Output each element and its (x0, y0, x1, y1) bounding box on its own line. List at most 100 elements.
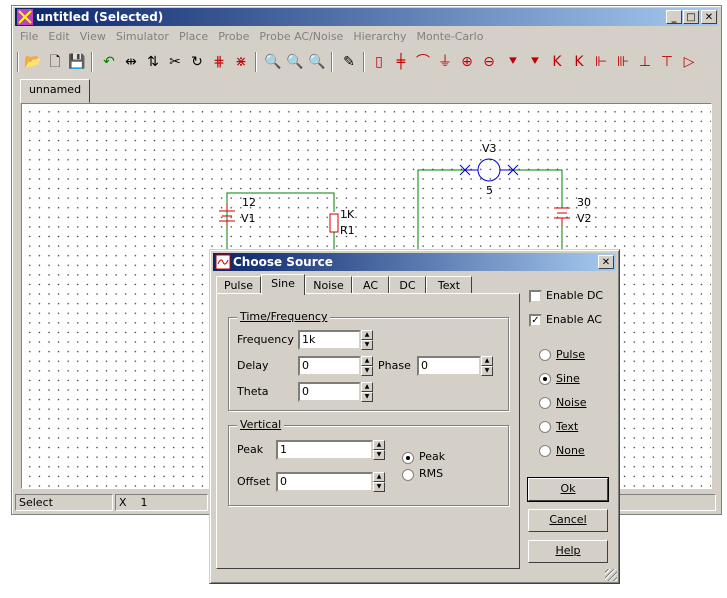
njfet-icon[interactable]: ⊥ (635, 52, 655, 72)
wire (514, 169, 563, 208)
theta-input[interactable]: 0 (298, 382, 361, 402)
rms-radio-label: RMS (419, 467, 444, 480)
tab-text[interactable]: Text (426, 276, 472, 294)
menu-place[interactable]: Place (174, 28, 213, 46)
offset-spinner[interactable]: 0 ▲ ▼ (276, 472, 385, 492)
rotate-icon[interactable]: ↻ (187, 52, 207, 72)
peak-input[interactable]: 1 (276, 440, 373, 460)
offset-up-arrow-icon[interactable]: ▲ (373, 472, 385, 482)
diode-icon[interactable]: ⯆ (503, 52, 523, 72)
phase-up-arrow-icon[interactable]: ▲ (481, 356, 493, 366)
minimize-button[interactable]: _ (666, 10, 682, 24)
dialog-titlebar[interactable]: Choose Source ✕ (213, 253, 616, 271)
new-file-icon[interactable]: 🗋 (45, 52, 65, 72)
tab-pulse[interactable]: Pulse (216, 276, 261, 294)
delay-down-arrow-icon[interactable]: ▼ (361, 366, 373, 376)
tab-dc[interactable]: DC (389, 276, 426, 294)
dialog-close-button[interactable]: ✕ (598, 255, 614, 269)
current-source-icon[interactable]: ⊖ (479, 52, 499, 72)
resistor-icon[interactable]: ▯ (369, 52, 389, 72)
source-radio-sine[interactable] (539, 373, 551, 385)
peak-up-arrow-icon[interactable]: ▲ (373, 440, 385, 450)
zoom-area-icon[interactable]: 🔍 (263, 52, 283, 72)
window-title: untitled (Selected) (36, 10, 164, 24)
frequency-input[interactable]: 1k (298, 330, 361, 350)
close-button[interactable]: ✕ (701, 10, 717, 24)
open-folder-icon[interactable]: 📂 (23, 52, 43, 72)
delay-input[interactable]: 0 (298, 356, 361, 376)
delete-component-icon[interactable]: ⋇ (231, 52, 251, 72)
cancel-button[interactable]: Cancel (528, 509, 608, 532)
frequency-spinner[interactable]: 1k ▲ ▼ (298, 330, 373, 350)
delay-spinner[interactable]: 0 ▲ ▼ (298, 356, 373, 376)
enable-ac-label: Enable AC (546, 313, 602, 326)
tab-ac[interactable]: AC (352, 276, 389, 294)
ac-source-v3-symbol[interactable] (459, 158, 519, 182)
pjfet-icon[interactable]: ⊤ (657, 52, 677, 72)
enable-dc-checkbox[interactable] (529, 290, 542, 303)
tab-sine[interactable]: Sine (261, 274, 305, 295)
zoom-in-icon[interactable]: 🔍 (307, 52, 327, 72)
ground-icon[interactable]: ⏚ (435, 52, 455, 72)
window-titlebar[interactable]: untitled (Selected) _ □ ✕ (15, 8, 718, 26)
nmos-icon[interactable]: ⊩ (591, 52, 611, 72)
frequency-up-arrow-icon[interactable]: ▲ (361, 330, 373, 340)
help-button[interactable]: Help (528, 540, 608, 563)
peak-down-arrow-icon[interactable]: ▼ (373, 450, 385, 460)
sine-tab-panel: Time/Frequency Frequency 1k ▲ ▼ Delay 0 … (216, 293, 520, 569)
rms-radio[interactable] (402, 469, 414, 481)
offset-input[interactable]: 0 (276, 472, 373, 492)
phase-down-arrow-icon[interactable]: ▼ (481, 366, 493, 376)
capacitor-icon[interactable]: ╪ (391, 52, 411, 72)
menu-probe[interactable]: Probe (213, 28, 254, 46)
frequency-down-arrow-icon[interactable]: ▼ (361, 340, 373, 350)
source-radio-text[interactable] (539, 421, 551, 433)
theta-up-arrow-icon[interactable]: ▲ (361, 382, 373, 392)
menu-probe-ac-noise[interactable]: Probe AC/Noise (254, 28, 348, 46)
save-icon[interactable]: 💾 (67, 52, 87, 72)
source-radio-pulse[interactable] (539, 349, 551, 361)
menu-edit[interactable]: Edit (43, 28, 74, 46)
tab-noise[interactable]: Noise (305, 276, 352, 294)
offset-down-arrow-icon[interactable]: ▼ (373, 482, 385, 492)
enable-ac-checkbox[interactable]: ✓ (529, 314, 542, 327)
status-coordinates: X 1 (115, 494, 208, 511)
menu-view[interactable]: View (75, 28, 111, 46)
vertical-group: Vertical Peak 1 ▲ ▼ Offset 0 ▲ ▼ Peak RM… (228, 418, 509, 506)
inductor-icon[interactable]: ⌒ (413, 52, 433, 72)
pnp-icon[interactable]: K (569, 52, 589, 72)
tab-unnamed[interactable]: unnamed (20, 79, 90, 103)
delete-wire-icon[interactable]: ⋕ (209, 52, 229, 72)
mirror-icon[interactable]: ⇹ (121, 52, 141, 72)
cut-icon[interactable]: ✂ (165, 52, 185, 72)
flip-icon[interactable]: ⇅ (143, 52, 163, 72)
menu-monte-carlo[interactable]: Monte-Carlo (412, 28, 489, 46)
resistor-r1-symbol[interactable] (329, 213, 339, 233)
phase-input[interactable]: 0 (417, 356, 481, 376)
zener-icon[interactable]: ⯆ (525, 52, 545, 72)
menu-simulator[interactable]: Simulator (111, 28, 174, 46)
npn-icon[interactable]: K (547, 52, 567, 72)
menu-hierarchy[interactable]: Hierarchy (348, 28, 411, 46)
delay-up-arrow-icon[interactable]: ▲ (361, 356, 373, 366)
peak-spinner[interactable]: 1 ▲ ▼ (276, 440, 385, 460)
ok-button[interactable]: Ok (527, 477, 609, 502)
menu-file[interactable]: File (15, 28, 43, 46)
phase-spinner[interactable]: 0 ▲ ▼ (417, 356, 493, 376)
theta-down-arrow-icon[interactable]: ▼ (361, 392, 373, 402)
draw-wire-icon[interactable]: ✎ (339, 52, 359, 72)
resize-grip-icon[interactable] (605, 569, 617, 581)
peak-radio[interactable] (402, 452, 414, 464)
voltage-source-icon[interactable]: ⊕ (457, 52, 477, 72)
time-frequency-group-label: Time/Frequency (237, 310, 331, 323)
source-radio-none[interactable] (539, 445, 551, 457)
theta-spinner[interactable]: 0 ▲ ▼ (298, 382, 373, 402)
dialog-title: Choose Source (233, 255, 333, 269)
maximize-button[interactable]: □ (683, 10, 699, 24)
source-radio-noise[interactable] (539, 397, 551, 409)
undo-icon[interactable]: ↶ (99, 52, 119, 72)
zoom-out-icon[interactable]: 🔍 (285, 52, 305, 72)
battery-v2-symbol[interactable] (554, 207, 570, 226)
pmos-icon[interactable]: ⊪ (613, 52, 633, 72)
opamp-icon[interactable]: ▷ (679, 52, 699, 72)
